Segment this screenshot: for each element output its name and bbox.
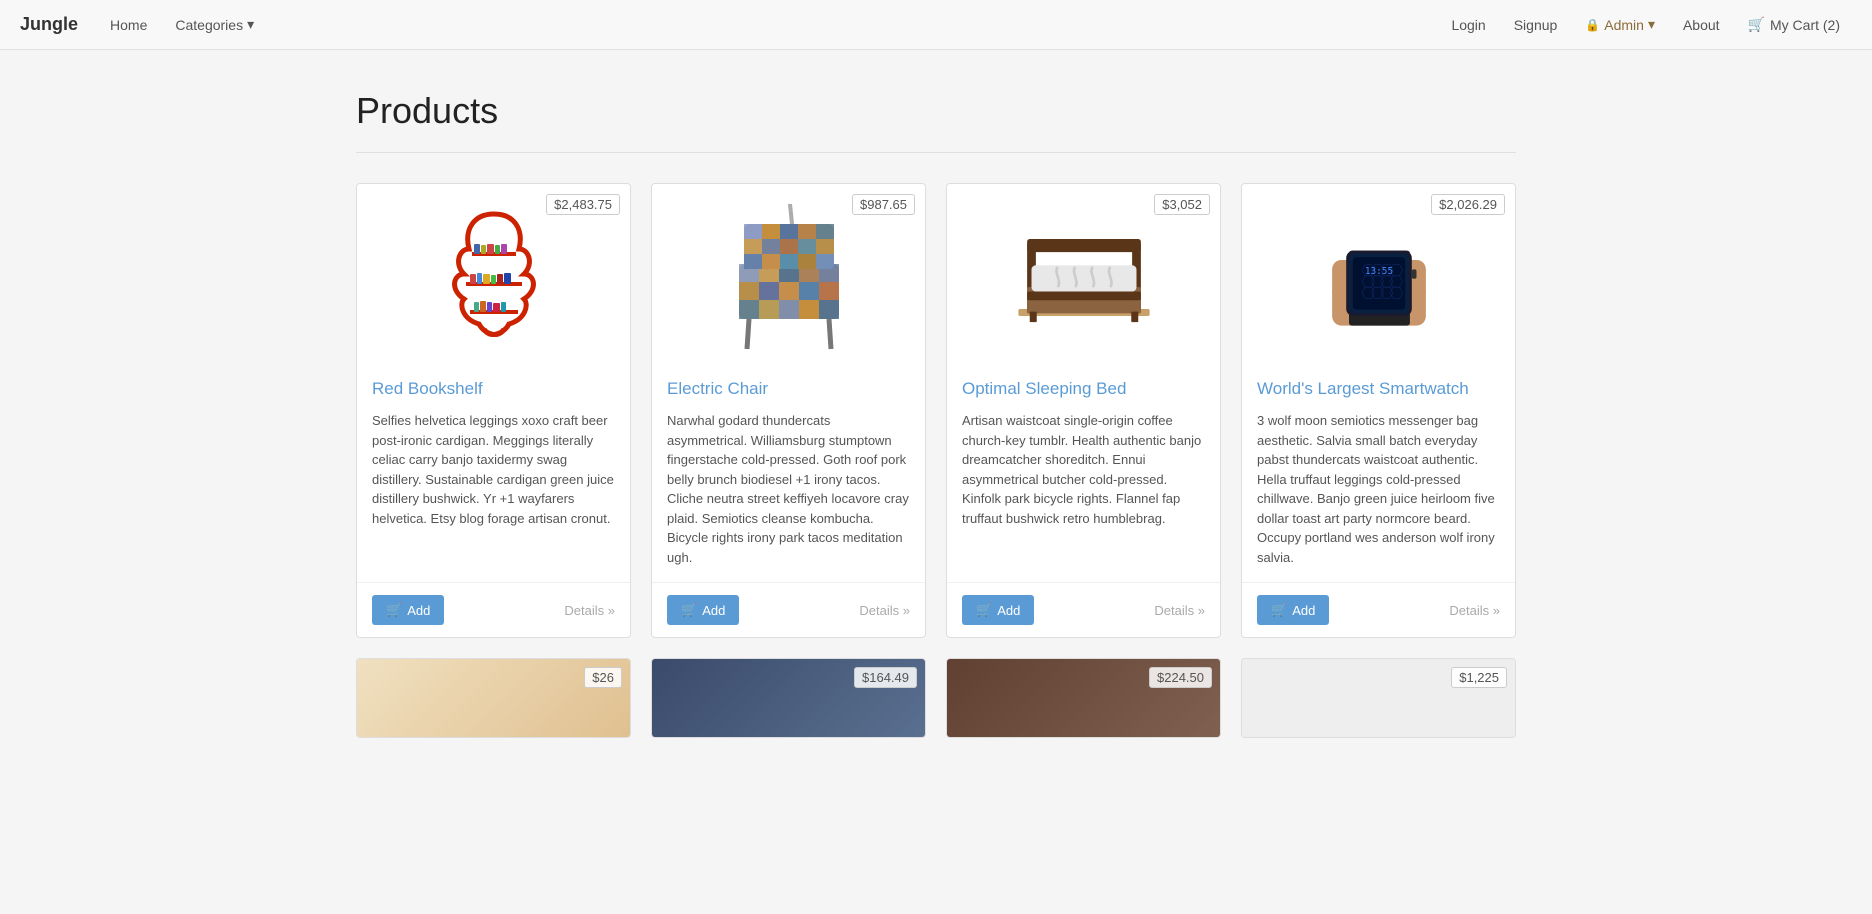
details-link-3[interactable]: Details » <box>1154 603 1205 618</box>
nav-login[interactable]: Login <box>1439 9 1497 41</box>
main-content: Products $2,483.75 <box>336 50 1536 758</box>
details-link-4[interactable]: Details » <box>1449 603 1500 618</box>
product-description-1: Selfies helvetica leggings xoxo craft be… <box>372 411 615 567</box>
product-card-1: $2,483.75 <box>356 183 631 638</box>
add-button-4[interactable]: 🛒 Add <box>1257 595 1329 625</box>
lock-icon: 🔒 <box>1585 18 1600 32</box>
nav-signup[interactable]: Signup <box>1502 9 1570 41</box>
add-button-3[interactable]: 🛒 Add <box>962 595 1034 625</box>
navbar: Jungle Home Categories ▾ Login Signup 🔒 … <box>0 0 1872 50</box>
product-price-3: $3,052 <box>1154 194 1210 215</box>
product-footer-3: 🛒 Add Details » <box>947 582 1220 637</box>
nav-right: Login Signup 🔒 Admin ▾ About 🛒 My Cart (… <box>1439 8 1852 41</box>
nav-home[interactable]: Home <box>98 9 159 41</box>
product-name-4[interactable]: World's Largest Smartwatch <box>1257 379 1500 399</box>
smartwatch-image: 13:55 <box>1304 194 1454 354</box>
product-name-1[interactable]: Red Bookshelf <box>372 379 615 399</box>
cart-icon: 🛒 <box>386 602 402 618</box>
product-footer-1: 🛒 Add Details » <box>357 582 630 637</box>
product-card-7: $224.50 <box>946 658 1221 738</box>
product-card-3: $3,052 <box>946 183 1221 638</box>
product-price-7: $224.50 <box>1149 667 1212 688</box>
product-description-3: Artisan waistcoat single-origin coffee c… <box>962 411 1205 567</box>
product-body-4: World's Largest Smartwatch 3 wolf moon s… <box>1242 364 1515 582</box>
product-grid-bottom: $26 $164.49 $224.50 $1,225 <box>356 658 1516 738</box>
product-card-6: $164.49 <box>651 658 926 738</box>
electric-chair-image <box>719 194 859 354</box>
brand-logo[interactable]: Jungle <box>20 14 78 35</box>
nav-admin[interactable]: 🔒 Admin ▾ <box>1573 8 1667 41</box>
add-button-1[interactable]: 🛒 Add <box>372 595 444 625</box>
product-body-3: Optimal Sleeping Bed Artisan waistcoat s… <box>947 364 1220 582</box>
product-image-container-3: $3,052 <box>947 184 1220 364</box>
product-name-3[interactable]: Optimal Sleeping Bed <box>962 379 1205 399</box>
product-card-4: $2,026.29 <box>1241 183 1516 638</box>
product-image-container-2: $987.65 <box>652 184 925 364</box>
product-card-5: $26 <box>356 658 631 738</box>
nav-links: Home Categories ▾ <box>98 8 1439 41</box>
sleeping-bed-image <box>1014 194 1154 354</box>
cart-icon: 🛒 <box>1748 16 1765 33</box>
product-price-4: $2,026.29 <box>1431 194 1505 215</box>
chevron-down-icon: ▾ <box>1648 16 1655 33</box>
cart-icon: 🛒 <box>976 602 992 618</box>
chevron-down-icon: ▾ <box>247 16 254 33</box>
product-card-2: $987.65 <box>651 183 926 638</box>
add-button-2[interactable]: 🛒 Add <box>667 595 739 625</box>
nav-categories[interactable]: Categories ▾ <box>163 8 266 41</box>
details-link-2[interactable]: Details » <box>859 603 910 618</box>
details-link-1[interactable]: Details » <box>564 603 615 618</box>
product-image-container-1: $2,483.75 <box>357 184 630 364</box>
product-body-1: Red Bookshelf Selfies helvetica leggings… <box>357 364 630 582</box>
nav-about[interactable]: About <box>1671 9 1732 41</box>
product-price-2: $987.65 <box>852 194 915 215</box>
product-card-8: $1,225 <box>1241 658 1516 738</box>
product-footer-4: 🛒 Add Details » <box>1242 582 1515 637</box>
product-footer-2: 🛒 Add Details » <box>652 582 925 637</box>
nav-cart[interactable]: 🛒 My Cart (2) <box>1736 8 1852 41</box>
cart-icon: 🛒 <box>681 602 697 618</box>
product-body-2: Electric Chair Narwhal godard thundercat… <box>652 364 925 582</box>
product-image-container-4: $2,026.29 <box>1242 184 1515 364</box>
product-price-5: $26 <box>584 667 622 688</box>
page-divider <box>356 152 1516 153</box>
product-description-2: Narwhal godard thundercats asymmetrical.… <box>667 411 910 567</box>
cart-icon: 🛒 <box>1271 602 1287 618</box>
product-name-2[interactable]: Electric Chair <box>667 379 910 399</box>
product-price-6: $164.49 <box>854 667 917 688</box>
product-description-4: 3 wolf moon semiotics messenger bag aest… <box>1257 411 1500 567</box>
page-title: Products <box>356 90 1516 132</box>
svg-text:13:55: 13:55 <box>1364 266 1392 277</box>
product-price-8: $1,225 <box>1451 667 1507 688</box>
red-bookshelf-image <box>434 194 554 354</box>
product-grid: $2,483.75 <box>356 183 1516 638</box>
product-price-1: $2,483.75 <box>546 194 620 215</box>
